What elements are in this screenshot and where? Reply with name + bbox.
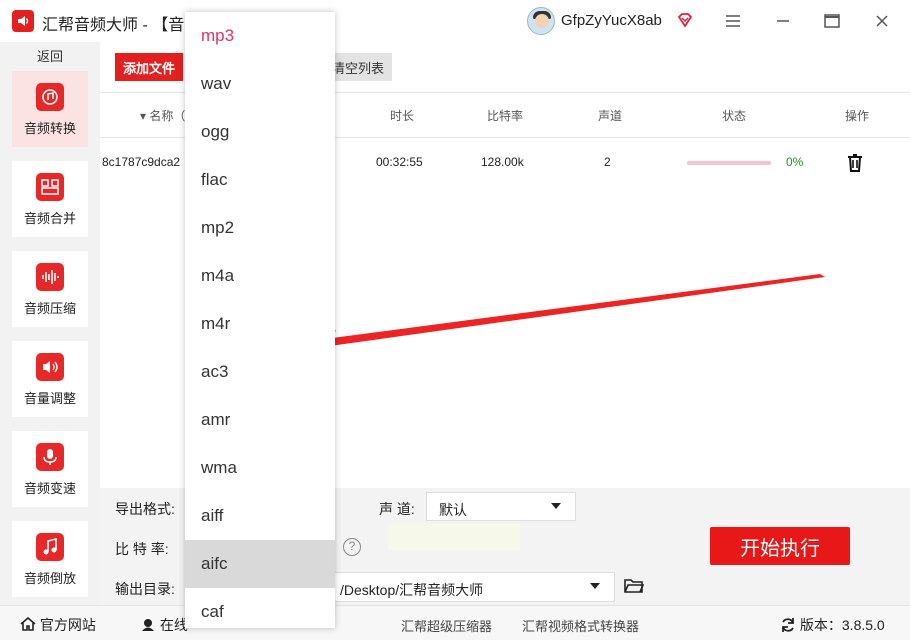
channel-label: 声 道: [379,501,415,517]
super-compressor-link[interactable]: 汇帮超级压缩器 [401,616,492,635]
column-header-name-label: 名称（ [149,109,186,123]
column-header-action: 操作 [845,109,870,123]
bitrate-label: 比 特 率: [115,541,169,557]
column-header-duration: 时长 [390,109,415,123]
row-channel: 2 [604,155,611,169]
format-option-m4a[interactable]: m4a [185,252,335,300]
format-option-amr[interactable]: amr [185,396,335,444]
output-dir-select[interactable]: /Desktop/汇帮音频大师 [333,572,615,602]
faded-overlay [388,524,520,550]
back-button[interactable]: 返回 [10,46,90,64]
format-option-aifc[interactable]: aifc [185,540,335,588]
sidebar-item-label: 音频倒放 [23,571,76,586]
format-option-ac3[interactable]: ac3 [185,348,335,396]
folder-open-icon[interactable] [624,577,644,595]
sidebar-item-label: 音频变速 [23,481,76,496]
username[interactable]: GfpZyYucX8ab [561,12,662,29]
menu-icon[interactable] [723,11,743,31]
output-dir-value: /Desktop/汇帮音频大师 [340,582,484,598]
format-option-m4r[interactable]: m4r [185,300,335,348]
maximize-icon[interactable] [822,11,842,31]
annotation-arrow [290,274,825,364]
format-option-flac[interactable]: flac [185,156,335,204]
sidebar-item-audio-merge[interactable]: 音频合并 [12,161,88,237]
support-agent-icon [142,619,154,631]
help-icon[interactable]: ? [343,538,361,556]
vip-diamond-icon[interactable] [676,11,694,29]
close-icon[interactable] [872,11,892,31]
format-option-aiff[interactable]: aiff [185,492,335,540]
row-bitrate: 128.00k [481,155,524,169]
sidebar-item-label: 音频合并 [23,211,76,226]
online-service-label: 在线 [159,617,188,633]
sidebar-item-audio-speed[interactable]: 音频变速 [12,431,88,507]
user-avatar[interactable] [527,7,555,35]
sidebar-item-audio-reverse[interactable]: 音频倒放 [12,521,88,597]
column-header-status: 状态 [722,109,747,123]
format-label: 导出格式: [115,501,175,517]
format-option-wma[interactable]: wma [185,444,335,492]
column-header-channel: 声道 [598,109,623,123]
microphone-icon [36,443,64,471]
home-icon [20,616,36,631]
format-dropdown-list[interactable]: mp3 wav ogg flac mp2 m4a m4r ac3 amr wma aiff aifc c… [185,12,335,628]
version-info[interactable]: 版本：3.8.5.0 [780,615,885,635]
format-option-caf[interactable]: caf [185,588,335,628]
sidebar-item-label: 音量调整 [23,391,76,406]
music-note-icon [36,533,64,561]
row-duration: 00:32:55 [376,155,423,169]
format-option-ogg[interactable]: ogg [185,108,335,156]
delete-icon[interactable] [846,153,864,173]
row-progress-percent: 0% [786,155,804,169]
row-file-name: 8c1787c9dca2 [102,155,181,169]
format-option-mp3[interactable]: mp3 [185,12,335,60]
chevron-down-icon [590,583,600,589]
online-service-link[interactable]: 在线 [140,615,188,635]
sidebar-item-label: 音频转换 [23,121,76,136]
column-header-name[interactable]: ▾ 名称（ [140,107,185,124]
format-option-wav[interactable]: wav [185,60,335,108]
chevron-down-icon [551,503,561,509]
channel-select[interactable]: 默认 [426,492,576,521]
official-site-link[interactable]: 官方网站 [20,615,96,635]
add-file-button[interactable]: 添加文件 [115,53,183,81]
column-header-bitrate: 比特率 [487,109,524,123]
official-site-label: 官方网站 [39,617,96,633]
sidebar-item-audio-convert[interactable]: 音频转换 [12,71,88,147]
minimize-icon[interactable] [773,11,793,31]
audio-merge-icon [36,173,64,201]
refresh-icon [782,618,794,632]
row-progress-bar [687,161,771,165]
sidebar-item-label: 音频压缩 [23,301,76,316]
format-option-mp2[interactable]: mp2 [185,204,335,252]
window-title: 汇帮音频大师 - 【音 [42,17,185,34]
start-button[interactable]: 开始执行 [710,527,850,565]
video-converter-link[interactable]: 汇帮视频格式转换器 [522,616,639,635]
sidebar-item-audio-compress[interactable]: 音频压缩 [12,251,88,327]
version-label: 版本：3.8.5.0 [799,617,885,633]
output-dir-label: 输出目录: [115,581,175,597]
channel-select-value: 默认 [439,502,467,518]
audio-compress-icon [36,263,64,291]
sidebar-item-volume-adjust[interactable]: 音量调整 [12,341,88,417]
audio-convert-icon [36,83,64,111]
volume-icon [36,353,64,381]
app-logo-icon [12,10,34,32]
